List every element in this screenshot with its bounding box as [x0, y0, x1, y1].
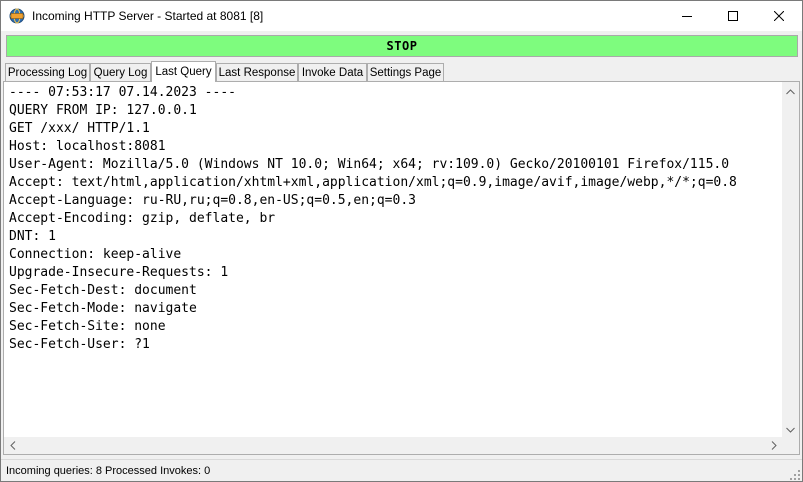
query-line: User-Agent: Mozilla/5.0 (Windows NT 10.0… — [9, 157, 730, 172]
query-line: Connection: keep-alive — [9, 247, 182, 262]
query-line: Accept-Language: ru-RU,ru;q=0.8,en-US;q=… — [9, 193, 416, 208]
query-line: Accept: text/html,application/xhtml+xml,… — [9, 175, 737, 190]
query-line: QUERY FROM IP: 127.0.0.1 — [9, 103, 197, 118]
stop-button[interactable]: STOP — [6, 35, 798, 57]
query-line: ---- 07:53:17 07.14.2023 ---- — [9, 85, 236, 100]
horizontal-scrollbar[interactable] — [4, 437, 782, 454]
scroll-left-arrow[interactable] — [4, 437, 21, 454]
window-title: Incoming HTTP Server - Started at 8081 [… — [32, 9, 264, 23]
title-bar[interactable]: Incoming HTTP Server - Started at 8081 [… — [1, 1, 802, 31]
minimize-icon — [682, 11, 692, 21]
tab-query-log[interactable]: Query Log — [90, 63, 151, 81]
minimize-button[interactable] — [664, 1, 710, 31]
status-bar: Incoming queries: 8 Processed Invokes: 0 — [1, 459, 802, 481]
chevron-down-icon — [786, 422, 795, 436]
query-line: Sec-Fetch-User: ?1 — [9, 337, 150, 352]
tab-last-response[interactable]: Last Response — [216, 63, 298, 81]
chevron-left-icon — [9, 439, 16, 453]
close-icon — [774, 11, 784, 21]
app-window: Incoming HTTP Server - Started at 8081 [… — [0, 0, 803, 482]
maximize-button[interactable] — [710, 1, 756, 31]
scroll-up-arrow[interactable] — [782, 82, 799, 99]
query-line: GET /xxx/ HTTP/1.1 — [9, 121, 150, 136]
maximize-icon — [728, 11, 738, 21]
query-line: Upgrade-Insecure-Requests: 1 — [9, 265, 229, 280]
chevron-right-icon — [771, 439, 777, 453]
last-query-panel: ---- 07:53:17 07.14.2023 ---- QUERY FROM … — [3, 81, 800, 455]
query-line: Sec-Fetch-Site: none — [9, 319, 166, 334]
query-text-area[interactable]: ---- 07:53:17 07.14.2023 ---- QUERY FROM … — [9, 84, 781, 437]
tab-processing-log[interactable]: Processing Log — [5, 63, 90, 81]
query-line: Accept-Encoding: gzip, deflate, br — [9, 211, 276, 226]
resize-grip-icon[interactable] — [789, 469, 801, 481]
stop-panel: STOP — [3, 32, 800, 60]
tab-last-query[interactable]: Last Query — [151, 61, 216, 82]
close-button[interactable] — [756, 1, 802, 31]
app-icon — [9, 8, 25, 24]
tab-strip: Processing Log Query Log Last Query Last… — [3, 61, 800, 82]
tab-invoke-data[interactable]: Invoke Data — [298, 63, 367, 81]
scrollbar-corner — [782, 437, 799, 454]
vertical-scrollbar[interactable] — [782, 82, 799, 437]
scroll-down-arrow[interactable] — [782, 420, 799, 437]
query-line: Sec-Fetch-Mode: navigate — [9, 301, 197, 316]
query-line: DNT: 1 — [9, 229, 56, 244]
query-line: Sec-Fetch-Dest: document — [9, 283, 197, 298]
query-line: Host: localhost:8081 — [9, 139, 166, 154]
chevron-up-icon — [786, 84, 795, 98]
status-text: Incoming queries: 8 Processed Invokes: 0 — [6, 465, 211, 477]
tab-settings-page[interactable]: Settings Page — [367, 63, 444, 81]
scroll-right-arrow[interactable] — [765, 437, 782, 454]
